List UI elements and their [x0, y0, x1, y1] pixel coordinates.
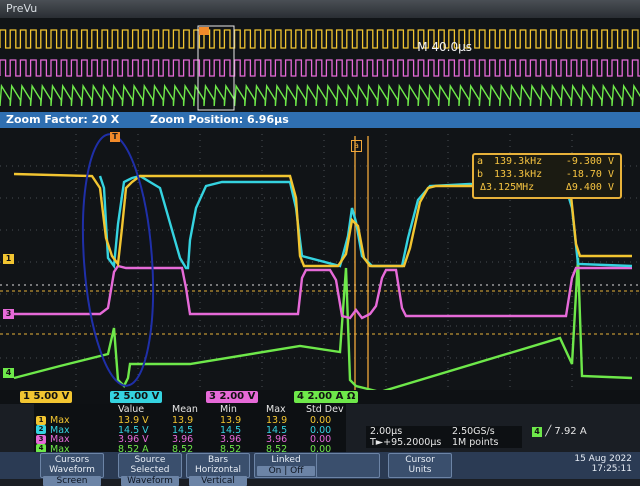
ch3-scale-value: 2.00 V: [219, 391, 256, 402]
softkey-line1: Cursor: [405, 455, 435, 465]
ch4-scale-value: 2.00 A: [307, 391, 344, 402]
col-std-dev: Std Dev: [306, 404, 344, 415]
ch1-level-marker[interactable]: 1: [3, 254, 14, 264]
col-mean: Mean: [172, 404, 198, 415]
ch4-scale-chip[interactable]: 4 2.00 A Ω: [294, 391, 359, 403]
measurement-table[interactable]: Value Mean Min Max Std Dev 1 Max 13.9 V 13.…: [34, 404, 346, 455]
softkey-line1: Linked: [271, 455, 301, 465]
bars-horizontal-button[interactable]: Bars Horizontal Vertical: [186, 453, 250, 486]
linked-on-off-button[interactable]: Linked On | Off: [254, 453, 318, 478]
channel-scale-bar: 1 5.00 V 2 5.00 V 3 2.00 V 4 2.00 A Ω: [0, 390, 640, 404]
overview-ch4-trace: [0, 83, 640, 107]
ch3-trace: [14, 264, 632, 320]
overview-ch1-trace: [0, 29, 640, 49]
time: 17:25:11: [591, 464, 632, 474]
ch4-level-marker[interactable]: 4: [3, 368, 14, 378]
time-per-div: 2.00µs: [370, 426, 403, 437]
ch1-marker-label: 1: [5, 254, 12, 263]
horizontal-delay: T►+95.2000µs: [370, 437, 442, 448]
cursor-a-frequency: 139.3kHz: [494, 156, 543, 167]
title-bar: PreVu: [0, 0, 640, 18]
softkey-line1: Bars: [207, 455, 229, 465]
overview-waveforms: [0, 25, 640, 111]
softkey-selection: Waveform: [121, 476, 179, 486]
ch1-scale-chip[interactable]: 1 5.00 V: [20, 391, 73, 403]
softkey-line2: Horizontal: [195, 465, 241, 475]
source-selected-button[interactable]: Source Selected Waveform: [118, 453, 182, 486]
date: 15 Aug 2022: [574, 454, 632, 464]
cursor-delta-voltage: Δ9.400 V: [565, 182, 614, 193]
softkey-line1: Cursors: [54, 455, 90, 465]
datetime: 15 Aug 2022 17:25:11: [574, 454, 632, 474]
trigger-marker-top[interactable]: T: [110, 132, 120, 142]
ch3-marker-label: 3: [5, 309, 12, 318]
ch3-level-marker[interactable]: 3: [3, 309, 14, 319]
cursor-delta-frequency: Δ3.125MHz: [480, 182, 535, 193]
softkey-menu: Cursors Waveform Screen Source Selected Wavef…: [0, 452, 640, 486]
ch4-scale-num: 4: [297, 391, 304, 402]
trigger-channel: 4: [532, 427, 542, 437]
meas-channel-badge: 1: [36, 415, 46, 425]
ch1-scale-num: 1: [23, 391, 30, 402]
record-length: 1M points: [452, 437, 499, 448]
softkey-line2: Selected: [130, 465, 170, 475]
trigger-level: 7.92 A: [554, 426, 587, 437]
blank-softkey[interactable]: [316, 453, 380, 478]
ch3-scale-num: 3: [209, 391, 216, 402]
trigger-slope-icon: ╱: [545, 426, 552, 437]
cursor-a-symbol: a: [477, 156, 484, 167]
cursor-units-button[interactable]: Cursor Units: [388, 453, 452, 478]
softkey-selection: Vertical: [189, 476, 247, 486]
ch4-trace: [13, 257, 633, 390]
overview-trigger-marker: [199, 27, 209, 35]
cursor-b-symbol: b: [477, 169, 484, 180]
ch2-scale-chip[interactable]: 2 5.00 V: [110, 391, 163, 403]
overview-ch3-trace: [0, 59, 640, 77]
ch2-scale-value: 5.00 V: [123, 391, 160, 402]
zoom-factor: Zoom Factor: 20 X: [6, 113, 120, 126]
meas-channel-badge: 3: [36, 434, 46, 444]
col-value: Value: [118, 404, 145, 415]
softkey-line2: Units: [408, 465, 432, 475]
zoom-position: Zoom Position: 6.96µs: [150, 113, 289, 126]
ch4-impedance-mark: Ω: [346, 391, 356, 402]
cursor-b-frequency: 133.3kHz: [494, 169, 543, 180]
col-min: Min: [220, 404, 237, 415]
trigger-readout[interactable]: 4 ╱ 7.92 A: [532, 426, 602, 440]
trigger-marker-label: T: [112, 132, 118, 141]
acquisition-readout[interactable]: 2.00µs T►+95.2000µs 2.50GS/s 1M points: [366, 426, 522, 448]
softkey-line2: Waveform: [49, 465, 95, 475]
meas-channel-badge: 2: [36, 425, 46, 434]
zoom-info-bar: Zoom Factor: 20 X Zoom Position: 6.96µs: [0, 112, 640, 128]
timebase-readout: M 40.0µs: [417, 40, 472, 54]
prevu-label: PreVu: [6, 2, 38, 15]
ch1-scale-value: 5.00 V: [33, 391, 70, 402]
softkey-selection: Screen: [43, 476, 101, 486]
cursor-a-handle[interactable]: a: [351, 140, 362, 152]
cursor-b-voltage: -18.70 V: [565, 169, 614, 180]
cursor-a-label: a: [354, 141, 359, 150]
ch4-marker-label: 4: [5, 368, 12, 377]
overview-waveform-area[interactable]: M 40.0µs: [0, 18, 640, 112]
sample-rate: 2.50GS/s: [452, 426, 495, 437]
cursor-a-voltage: -9.300 V: [565, 156, 614, 167]
ch3-scale-chip[interactable]: 3 2.00 V: [206, 391, 259, 403]
softkey-selection: On | Off: [257, 466, 315, 476]
cursors-waveform-button[interactable]: Cursors Waveform Screen: [40, 453, 104, 486]
ch2-scale-num: 2: [113, 391, 120, 402]
softkey-line1: Source: [134, 455, 166, 465]
cursor-readout-box[interactable]: a b 139.3kHz -9.300 V 133.3kHz -18.70 V …: [472, 153, 622, 199]
col-max: Max: [266, 404, 286, 415]
